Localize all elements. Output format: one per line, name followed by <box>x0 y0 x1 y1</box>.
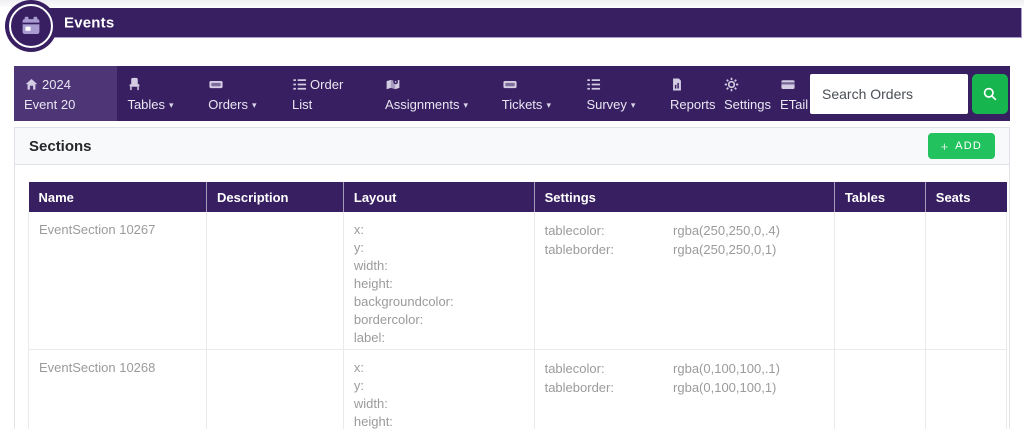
nav-item-event[interactable]: 2024 Event 20 <box>14 66 117 121</box>
chevron-down-icon: ▾ <box>169 100 174 110</box>
app-title-bar: Events <box>28 8 1022 38</box>
report-icon <box>670 77 684 96</box>
cell-tables <box>834 212 925 350</box>
nav-item-settings[interactable]: Settings <box>714 66 770 121</box>
page-top-strip <box>0 0 1024 7</box>
ticket-icon <box>502 77 518 96</box>
cell-settings: tablecolor:rgba(250,250,0,.4) tableborde… <box>534 212 834 350</box>
search-area <box>810 66 1010 121</box>
add-button-label: ADD <box>955 140 982 152</box>
nav-item-label: Tickets <box>502 97 543 112</box>
cell-tables <box>834 350 925 429</box>
search-button[interactable] <box>972 74 1008 114</box>
app-logo <box>5 0 57 52</box>
chevron-down-icon: ▾ <box>546 100 551 110</box>
sections-card: Sections + ADD Name Description Layout S… <box>14 127 1010 429</box>
nav-item-orders[interactable]: Orders ▾ <box>198 66 282 121</box>
card-icon <box>780 77 796 96</box>
nav-item-label: Survey <box>586 97 626 112</box>
ticket-icon <box>208 77 224 96</box>
sections-card-body: Name Description Layout Settings Tables … <box>15 165 1009 429</box>
column-header-name: Name <box>29 182 207 212</box>
cell-description <box>206 350 343 429</box>
column-header-description: Description <box>206 182 343 212</box>
sections-title: Sections <box>29 138 92 155</box>
map-pin-icon <box>385 77 401 96</box>
checklist-icon <box>586 77 601 96</box>
main-navbar: 2024 Event 20 Tables ▾ Orders ▾ Order List… <box>14 66 1010 121</box>
nav-item-label: Orders <box>208 97 248 112</box>
sections-table: Name Description Layout Settings Tables … <box>28 182 1007 429</box>
cell-layout: x: y: width: height: backgroundcolor: bo… <box>343 212 534 350</box>
nav-item-label: Assignments <box>385 97 459 112</box>
nav-item-assignments[interactable]: Assignments ▾ <box>375 66 492 121</box>
checklist-icon <box>292 77 307 96</box>
gear-icon <box>724 77 739 96</box>
table-row[interactable]: EventSection 10267 x: y: width: height: … <box>29 212 1007 350</box>
chevron-down-icon: ▾ <box>631 100 636 110</box>
nav-item-label: Tables <box>127 97 165 112</box>
search-input[interactable] <box>810 74 968 114</box>
page-title: Events <box>64 14 114 31</box>
column-header-settings: Settings <box>534 182 834 212</box>
cell-settings: tablecolor:rgba(0,100,100,.1) tableborde… <box>534 350 834 429</box>
cell-layout: x: y: width: height: backgroundcolor: bo… <box>343 350 534 429</box>
cell-description <box>206 212 343 350</box>
cell-seats <box>925 212 1006 350</box>
cell-name: EventSection 10267 <box>29 212 207 350</box>
nav-item-label: ETail <box>780 97 808 112</box>
nav-item-survey[interactable]: Survey ▾ <box>576 66 660 121</box>
nav-item-label: Settings <box>724 97 771 112</box>
nav-item-label: Reports <box>670 97 716 112</box>
calendar-icon <box>21 16 42 37</box>
nav-item-order-list[interactable]: Order List <box>282 66 357 121</box>
chair-icon <box>127 77 142 96</box>
table-header-row: Name Description Layout Settings Tables … <box>29 182 1007 212</box>
column-header-layout: Layout <box>343 182 534 212</box>
search-icon <box>982 86 998 102</box>
sections-card-header: Sections + ADD <box>15 128 1009 165</box>
chevron-down-icon: ▾ <box>252 100 257 110</box>
nav-item-etail[interactable]: ETail <box>770 66 810 121</box>
cell-seats <box>925 350 1006 429</box>
home-icon <box>24 77 39 96</box>
column-header-tables: Tables <box>834 182 925 212</box>
cell-name: EventSection 10268 <box>29 350 207 429</box>
column-header-seats: Seats <box>925 182 1006 212</box>
chevron-down-icon: ▾ <box>463 100 468 110</box>
nav-item-tickets[interactable]: Tickets▾ <box>492 66 577 121</box>
table-row[interactable]: EventSection 10268 x: y: width: height: … <box>29 350 1007 429</box>
nav-item-tables[interactable]: Tables ▾ <box>117 66 198 121</box>
add-button[interactable]: + ADD <box>928 133 995 159</box>
plus-icon: + <box>941 139 949 154</box>
nav-item-reports[interactable]: Reports <box>660 66 714 121</box>
